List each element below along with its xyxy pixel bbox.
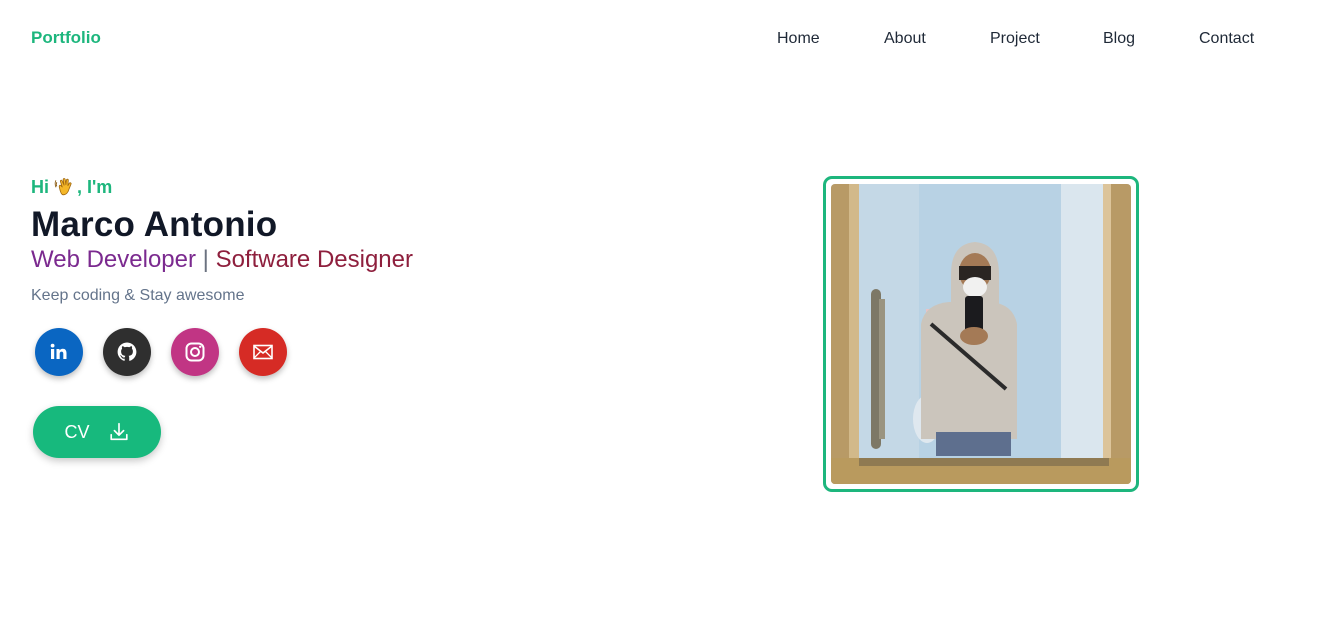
waving-hand-icon bbox=[54, 178, 72, 196]
linkedin-icon bbox=[50, 343, 67, 359]
hero-tagline: Keep coding & Stay awesome bbox=[31, 287, 245, 304]
email-link[interactable] bbox=[239, 328, 287, 376]
social-links bbox=[35, 328, 307, 376]
greeting-hi: Hi bbox=[31, 176, 49, 197]
nav-blog[interactable]: Blog bbox=[1103, 30, 1135, 48]
profile-photo bbox=[831, 184, 1131, 484]
nav-about[interactable]: About bbox=[884, 30, 926, 48]
hero-intro: Hi , I'm Marco Antonio Web Developer | S… bbox=[31, 175, 413, 305]
download-icon bbox=[109, 422, 128, 441]
hero-roles: Web Developer | Software Designer bbox=[31, 245, 413, 275]
role-separator: | bbox=[202, 246, 209, 273]
nav-contact[interactable]: Contact bbox=[1199, 30, 1254, 48]
email-icon bbox=[253, 344, 273, 360]
github-link[interactable] bbox=[103, 328, 151, 376]
cv-download-button[interactable]: CV bbox=[33, 406, 161, 458]
instagram-icon bbox=[185, 342, 205, 362]
nav-home[interactable]: Home bbox=[777, 30, 820, 48]
nav-project[interactable]: Project bbox=[990, 30, 1040, 48]
site-header: Portfolio Home About Project Blog Contac… bbox=[0, 0, 1327, 80]
greeting: Hi , I'm bbox=[31, 175, 413, 199]
hero-name: Marco Antonio bbox=[31, 205, 278, 244]
instagram-link[interactable] bbox=[171, 328, 219, 376]
main-nav: Home About Project Blog Contact bbox=[0, 30, 1327, 50]
profile-photo-frame bbox=[823, 176, 1139, 492]
linkedin-link[interactable] bbox=[35, 328, 83, 376]
role-web-developer: Web Developer bbox=[31, 246, 196, 273]
cv-button-label: CV bbox=[64, 421, 90, 442]
greeting-im: , I'm bbox=[77, 176, 113, 197]
github-icon bbox=[117, 342, 137, 361]
role-software-designer: Software Designer bbox=[215, 246, 413, 273]
